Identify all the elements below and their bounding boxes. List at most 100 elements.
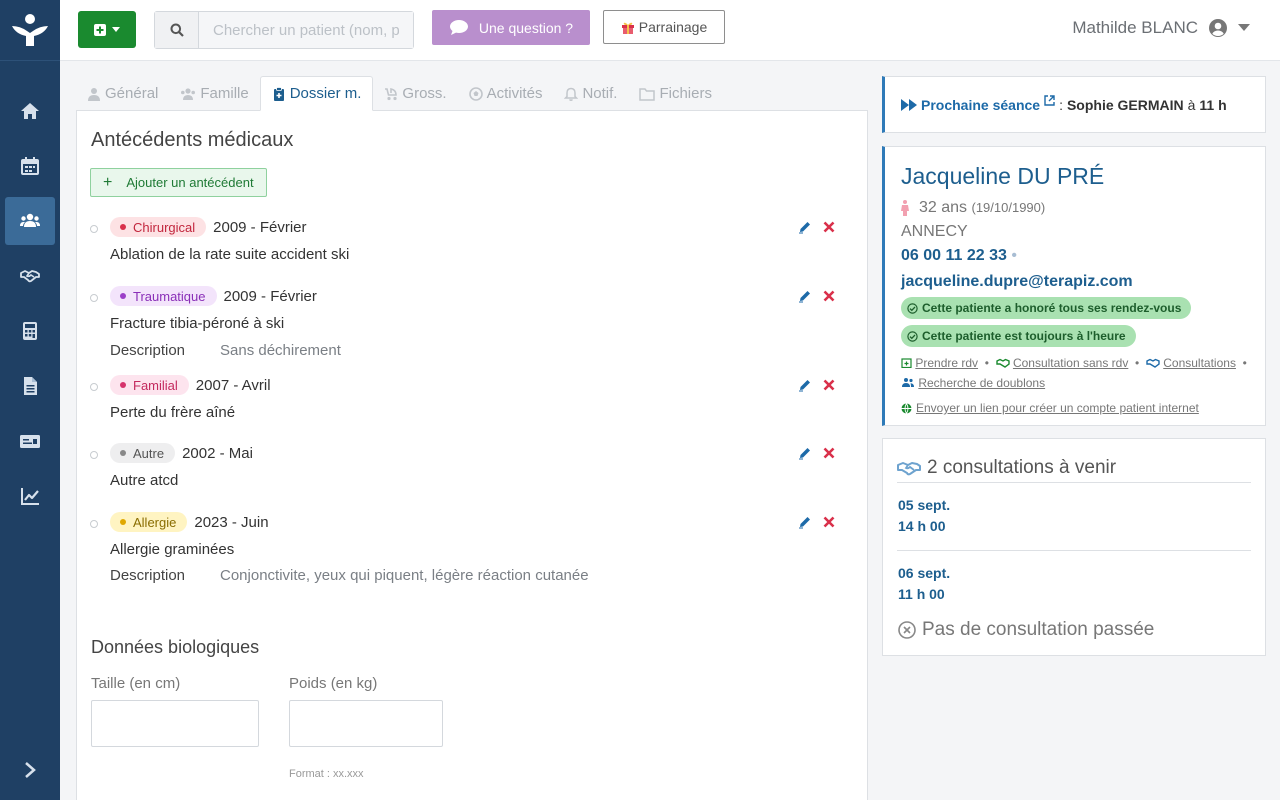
handshake-icon: [20, 270, 40, 283]
tab-grossesse[interactable]: Gross.: [373, 76, 457, 111]
category-badge: Autre: [110, 443, 176, 463]
antecedent-title: Ablation de la rate suite accident ski: [110, 246, 350, 263]
external-link-icon[interactable]: [1044, 95, 1055, 106]
next-session-practitioner: Sophie GERMAIN: [1066, 96, 1184, 113]
plus-icon: +: [103, 173, 113, 191]
sidebar-item-accounting[interactable]: [5, 307, 55, 355]
patient-card: Jacqueline DU PRÉ 32 ans (19/10/1990) AN…: [882, 146, 1266, 426]
sidebar-item-statistics[interactable]: [5, 472, 55, 520]
timeline-dot: [90, 451, 98, 459]
home-icon: [21, 103, 39, 119]
sidebar-item-home[interactable]: [5, 87, 55, 135]
delete-icon[interactable]: [822, 515, 836, 529]
prendre-rdv-link[interactable]: Prendre rdv: [915, 356, 978, 370]
description-value: Sans déchirement: [220, 342, 341, 359]
height-label: Taille (en cm): [91, 675, 181, 692]
tab-notifications[interactable]: Notif.: [553, 76, 628, 111]
add-antecedent-button[interactable]: + Ajouter un antécédent: [90, 168, 267, 197]
status-badge: Cette patiente a honoré tous ses rendez-…: [901, 297, 1192, 319]
patient-search: [154, 11, 414, 49]
sidebar-item-calendar[interactable]: [5, 142, 55, 190]
upcoming-consultation[interactable]: 06 sept. 11 h 00: [898, 563, 950, 605]
patient-phone[interactable]: 06 00 11 22 33 •: [901, 247, 1017, 265]
female-icon: [901, 200, 909, 216]
plus-square-icon: [94, 23, 106, 36]
next-session-link[interactable]: Prochaine séance: [921, 97, 1040, 113]
sidebar-item-consultations[interactable]: [5, 252, 55, 300]
money-check-icon: [20, 435, 40, 448]
antecedent-title: Perte du frère aîné: [110, 404, 236, 421]
parrainage-button[interactable]: Parrainage: [603, 10, 725, 44]
times-circle-icon: [898, 621, 916, 639]
consultations-link[interactable]: Consultations: [1163, 356, 1236, 370]
edit-icon[interactable]: [798, 220, 812, 234]
baby-carriage-icon: [385, 87, 398, 100]
check-circle-icon: [907, 330, 918, 342]
sidebar-item-billing[interactable]: [5, 417, 55, 465]
caret-down-icon: [112, 26, 120, 32]
sidebar-item-patients[interactable]: [5, 197, 55, 245]
check-circle-icon: [907, 302, 918, 314]
next-session-card: Prochaine séance : Sophie GERMAIN à 11 h: [882, 76, 1266, 133]
delete-icon[interactable]: [822, 446, 836, 460]
section-title: Antécédents médicaux: [91, 129, 294, 151]
antecedent-date: 2009 - Février: [213, 218, 307, 236]
chevron-right-icon: [25, 762, 36, 778]
description-label: Description: [110, 567, 186, 584]
antecedent-title: Allergie graminées: [110, 541, 235, 558]
category-badge: Traumatique: [110, 286, 217, 306]
users-icon: [181, 87, 196, 100]
patient-quick-links: Prendre rdv • Consultation sans rdv • Co…: [901, 353, 1251, 393]
app-logo[interactable]: [0, 0, 60, 61]
caret-down-icon: [1238, 24, 1250, 31]
delete-icon[interactable]: [822, 220, 836, 234]
top-bar: Une question ? Parrainage Mathilde BLANC: [60, 0, 1280, 61]
next-session-time: 11 h: [1199, 96, 1227, 113]
consultation-sans-rdv-link[interactable]: Consultation sans rdv: [1013, 356, 1128, 370]
users-icon: [902, 378, 914, 387]
tab-fichiers[interactable]: Fichiers: [628, 76, 723, 111]
antecedent-date: 2002 - Mai: [182, 444, 253, 462]
add-menu-button[interactable]: [78, 11, 136, 48]
create-account-link[interactable]: Envoyer un lien pour créer un compte pat…: [901, 401, 1199, 415]
antecedent-title: Autre atcd: [110, 472, 179, 489]
user-circle-icon: [1209, 19, 1227, 37]
handshake-icon: [995, 358, 1010, 368]
antecedent-date: 2007 - Avril: [195, 376, 271, 394]
height-input[interactable]: [91, 700, 259, 747]
antecedent-title: Fracture tibia-péroné à ski: [110, 315, 285, 332]
edit-icon[interactable]: [798, 515, 812, 529]
edit-icon[interactable]: [798, 289, 812, 303]
tab-activites[interactable]: Activités: [458, 76, 554, 111]
user-menu[interactable]: Mathilde BLANC: [1072, 18, 1250, 38]
upcoming-consultation[interactable]: 05 sept. 14 h 00: [898, 495, 950, 537]
search-icon: [155, 12, 199, 48]
edit-icon[interactable]: [798, 378, 812, 392]
user-name: Mathilde BLANC: [1072, 18, 1198, 37]
logo-icon: [12, 14, 48, 46]
recherche-doublons-link[interactable]: Recherche de doublons: [918, 376, 1045, 390]
delete-icon[interactable]: [822, 378, 836, 392]
patient-age: 32 ans (19/10/1990): [901, 199, 1045, 217]
search-input[interactable]: [199, 12, 413, 48]
consultations-card: 2 consultations à venir 05 sept. 14 h 00…: [882, 438, 1266, 656]
antecedent-date: 2023 - Juin: [194, 513, 269, 531]
tab-general[interactable]: Général: [76, 76, 169, 111]
patient-email[interactable]: jacqueline.dupre@terapiz.com: [901, 273, 1133, 291]
tab-dossier-medical[interactable]: Dossier m.: [259, 76, 374, 111]
sidebar-item-documents[interactable]: [5, 362, 55, 410]
next-session-at: à: [1187, 96, 1196, 113]
description-value: Conjonctivite, yeux qui piquent, légère …: [220, 567, 589, 584]
description-label: Description: [110, 342, 186, 359]
consultations-title: 2 consultations à venir: [897, 457, 1116, 479]
calendar-plus-icon: [901, 358, 912, 369]
chart-line-icon: [21, 488, 39, 505]
tab-famille[interactable]: Famille: [169, 76, 259, 111]
question-button[interactable]: Une question ?: [432, 10, 590, 45]
forward-icon: [901, 98, 917, 111]
folder-icon: [639, 87, 656, 101]
edit-icon[interactable]: [798, 446, 812, 460]
delete-icon[interactable]: [822, 289, 836, 303]
sidebar-expand-button[interactable]: [0, 750, 60, 790]
weight-input[interactable]: [289, 700, 443, 747]
